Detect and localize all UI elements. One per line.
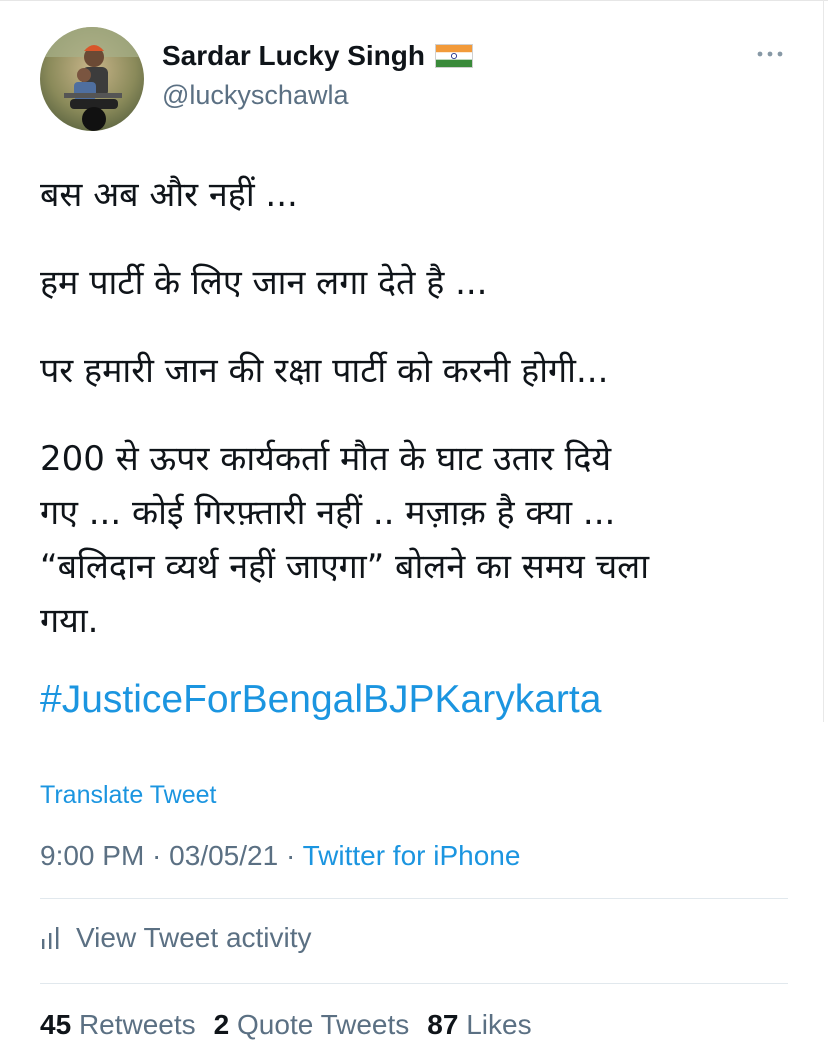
tweet-line: 200 से ऊपर कार्यकर्ता मौत के घाट उतार दि…: [40, 439, 612, 479]
meta-separator: ·: [144, 840, 170, 871]
view-tweet-activity-button[interactable]: View Tweet activity: [40, 922, 312, 954]
likes-label: Likes: [466, 1009, 532, 1040]
tweet-line: हम पार्टी के लिए जान लगा देते है ...: [40, 263, 488, 303]
avatar-image: [40, 27, 144, 131]
author-name-row: Sardar Lucky Singh: [162, 40, 473, 72]
likes-stat[interactable]: 87 Likes: [427, 1009, 531, 1041]
bar-chart-icon: [42, 927, 59, 949]
tweet-line: गए ... कोई गिरफ़्तारी नहीं .. मज़ाक़ है …: [40, 493, 616, 533]
tweet-text: बस अब और नहीं ... हम पार्टी के लिए जान ल…: [40, 168, 800, 648]
tweet-line: “बलिदान व्यर्थ नहीं जाएगा” बोलने का समय …: [40, 547, 650, 587]
hashtag-link[interactable]: #JusticeForBengalBJPKarykarta: [40, 678, 601, 722]
likes-count: 87: [427, 1009, 459, 1040]
translate-tweet-link[interactable]: Translate Tweet: [40, 781, 216, 810]
avatar[interactable]: [40, 27, 144, 131]
divider: [40, 898, 788, 899]
retweets-stat[interactable]: 45 Retweets: [40, 1009, 196, 1041]
retweets-count: 45: [40, 1009, 72, 1040]
quote-tweets-label: Quote Tweets: [237, 1009, 410, 1040]
meta-separator: ·: [278, 840, 303, 871]
right-border: [823, 0, 824, 722]
tweet-meta: 9:00 PM · 03/05/21 · Twitter for iPhone: [40, 840, 520, 872]
tweet-stats: 45 Retweets 2 Quote Tweets 87 Likes: [40, 1009, 532, 1041]
divider: [40, 983, 788, 984]
tweet-date: 03/05/21: [169, 840, 279, 871]
tweet-line: बस अब और नहीं ...: [40, 175, 298, 215]
view-tweet-activity-label: View Tweet activity: [76, 922, 312, 953]
quote-tweets-count: 2: [213, 1009, 230, 1040]
retweets-label: Retweets: [78, 1009, 196, 1040]
top-divider: [0, 0, 828, 1]
tweet-line: पर हमारी जान की रक्षा पार्टी को करनी होग…: [40, 351, 609, 391]
author-handle[interactable]: @luckyschawla: [162, 80, 348, 111]
tweet-line: गया.: [40, 601, 99, 641]
tweet-source-link[interactable]: Twitter for iPhone: [303, 840, 521, 871]
more-options-icon[interactable]: [754, 44, 786, 64]
tweet-time: 9:00 PM: [40, 840, 145, 871]
india-flag-icon: [434, 44, 473, 68]
author-name[interactable]: Sardar Lucky Singh: [162, 40, 425, 72]
quote-tweets-stat[interactable]: 2 Quote Tweets: [214, 1009, 410, 1041]
